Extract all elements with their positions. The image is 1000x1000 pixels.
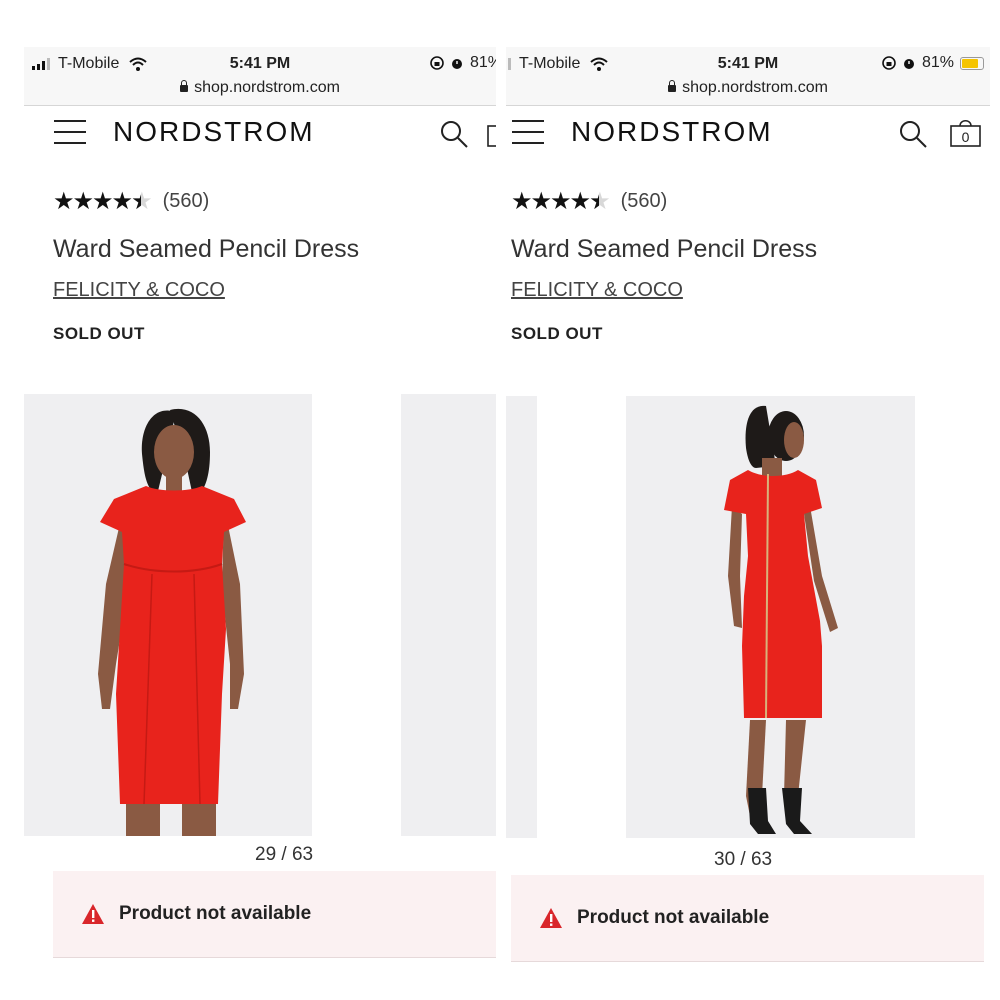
status-bar: T-Mobile 5:41 PM 81% shop.nordstrom.com: [506, 47, 990, 106]
product-title: Ward Seamed Pencil Dress: [53, 235, 360, 263]
alert-message: Product not available: [577, 907, 770, 928]
hamburger-menu-icon[interactable]: [512, 120, 544, 144]
product-photo-prev-partial[interactable]: [506, 396, 537, 838]
image-counter: 29 / 63: [255, 844, 314, 865]
product-rating[interactable]: ★★★★★★ (560): [511, 187, 667, 216]
battery-icon: [960, 56, 984, 70]
product-unavailable-alert: Product not available: [511, 875, 984, 962]
product-title: Ward Seamed Pencil Dress: [511, 235, 818, 263]
product-photo-next-partial[interactable]: [401, 394, 496, 836]
url-bar[interactable]: shop.nordstrom.com: [506, 79, 990, 97]
stock-status: SOLD OUT: [511, 324, 603, 343]
nordstrom-logo[interactable]: NORDSTROM: [571, 116, 773, 148]
status-bar: T-Mobile 5:41 PM 81% shop.nordstrom.com: [24, 47, 496, 106]
url-text: shop.nordstrom.com: [194, 79, 340, 96]
nordstrom-logo[interactable]: NORDSTROM: [113, 116, 315, 148]
screenshot-left: T-Mobile 5:41 PM 81% shop.nordstrom.com …: [24, 47, 496, 967]
review-count[interactable]: (560): [163, 190, 210, 213]
warning-icon: [540, 908, 562, 928]
orientation-lock-icon: [430, 56, 444, 70]
alarm-icon: [451, 59, 462, 69]
image-counter: 30 / 63: [714, 849, 773, 870]
site-header: NORDSTROM 0: [506, 106, 990, 156]
bag-count: 0: [962, 129, 970, 145]
search-icon[interactable]: [439, 119, 469, 149]
product-brand-link[interactable]: FELICITY & COCO: [511, 279, 683, 302]
review-count[interactable]: (560): [621, 190, 668, 213]
screenshot-right: T-Mobile 5:41 PM 81% shop.nordstrom.com …: [506, 47, 990, 967]
model-front-image: [98, 408, 246, 836]
url-text: shop.nordstrom.com: [682, 79, 828, 96]
lock-icon: [668, 80, 677, 92]
product-photo-back[interactable]: [626, 396, 915, 838]
status-time: 5:41 PM: [229, 55, 291, 72]
shopping-bag-icon[interactable]: 0: [949, 117, 982, 147]
hamburger-menu-icon[interactable]: [54, 120, 86, 144]
product-rating[interactable]: ★★★★★★ (560): [53, 187, 209, 216]
shopping-bag-icon[interactable]: [486, 117, 496, 147]
site-header: NORDSTROM: [24, 106, 496, 156]
star-rating-icon: ★★★★★★: [511, 188, 611, 215]
product-photo-front[interactable]: [24, 394, 312, 836]
alarm-icon: [903, 59, 914, 69]
product-unavailable-alert: Product not available: [53, 871, 496, 958]
battery-percent: 81%: [469, 54, 496, 71]
stock-status: SOLD OUT: [53, 324, 145, 343]
alert-message: Product not available: [119, 903, 312, 924]
star-rating-icon: ★★★★★★: [53, 188, 153, 215]
model-back-image: [724, 405, 838, 834]
product-brand-link[interactable]: FELICITY & COCO: [53, 279, 225, 302]
warning-icon: [82, 904, 104, 924]
url-bar[interactable]: shop.nordstrom.com: [24, 79, 496, 97]
orientation-lock-icon: [882, 56, 896, 70]
lock-icon: [180, 80, 189, 92]
battery-percent: 81%: [921, 54, 954, 71]
search-icon[interactable]: [898, 119, 928, 149]
